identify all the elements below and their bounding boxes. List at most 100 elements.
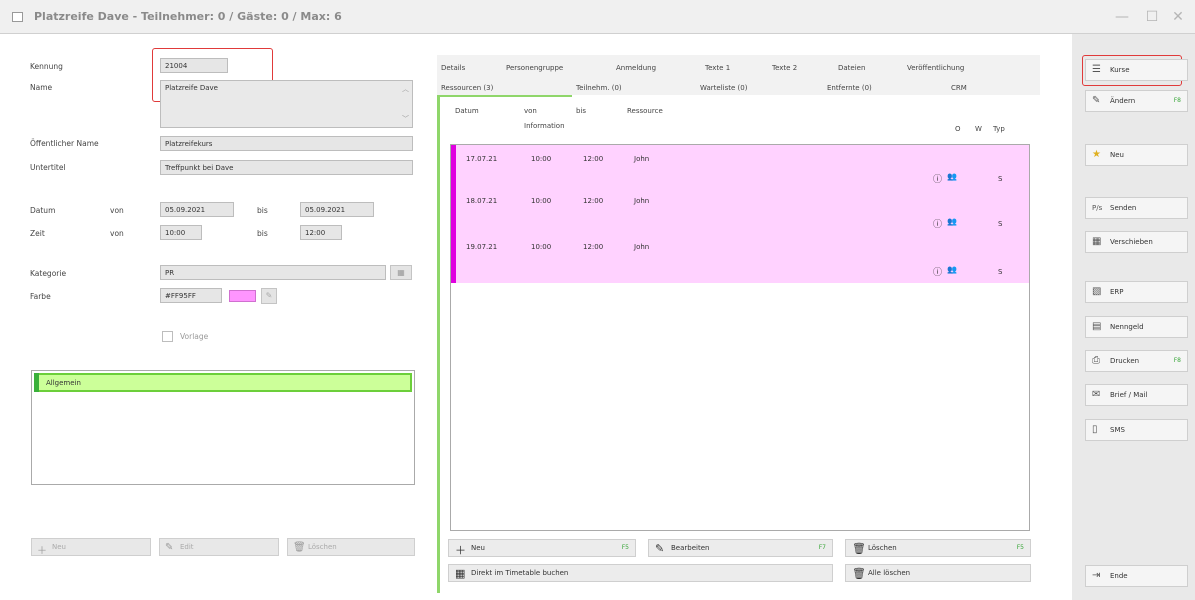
untertitel-label: Untertitel [30,163,66,172]
tab-texte-2[interactable]: Texte 2 [772,64,797,72]
sms-button[interactable]: ▯ SMS [1085,419,1188,441]
ende-button[interactable]: ⇥ Ende [1085,565,1188,587]
kategorie-picker-icon[interactable]: ▦ [390,265,412,280]
money-icon: ▤ [1092,321,1102,332]
kennung-label: Kennung [30,62,63,71]
table-loeschen-button[interactable]: 🗑 Löschen F5 [845,539,1031,557]
exit-icon: ⇥ [1092,570,1101,581]
printer-icon: ⎙ [1092,355,1100,366]
pen-icon: ✎ [655,542,665,555]
table-neu-label: Neu [471,544,485,552]
kurse-button[interactable]: ☰ Kurse [1085,59,1188,81]
direkt-buchen-button[interactable]: ▦ Direkt im Timetable buchen [448,564,833,582]
col-information: Information [524,122,565,130]
verschieben-button[interactable]: ▦ Verschieben [1085,231,1188,253]
trash-icon: 🗑 [852,542,866,555]
row-accent [451,235,456,283]
row-ressource: John [634,243,650,251]
table-neu-button[interactable]: ＋ Neu F5 [448,539,636,557]
ende-label: Ende [1110,572,1128,580]
tab-crm[interactable]: CRM [951,84,967,92]
mail-icon: ✉ [1092,389,1101,400]
neu-label: Neu [1110,151,1124,159]
shortcut-label: F8 [1173,97,1181,104]
maximize-icon[interactable]: ☐ [1140,6,1164,28]
panel-accent [437,96,440,593]
datum-von-field[interactable]: 05.09.2021 [160,202,234,217]
row-ressource: John [634,155,650,163]
info-icon[interactable]: ⓘ [933,217,942,230]
table-row[interactable]: 17.07.21 10:00 12:00 John ⓘ 👥 S [451,145,1029,189]
aendern-label: Ändern [1110,97,1136,105]
farbe-swatch[interactable] [229,290,256,302]
datum-bis-field[interactable]: 05.09.2021 [300,202,374,217]
loeschen-button-disabled[interactable]: 🗑 Löschen [287,538,415,556]
row-typ: S [998,220,1003,228]
row-typ: S [998,268,1003,276]
kategorie-field[interactable]: PR [160,265,386,280]
table-row[interactable]: 18.07.21 10:00 12:00 John ⓘ 👥 S [451,189,1029,235]
col-bis: bis [576,107,587,115]
minimize-icon[interactable]: — [1110,6,1134,28]
drucken-button[interactable]: ⎙ Drucken F8 [1085,350,1188,372]
senden-label: Senden [1110,204,1137,212]
tab-dateien[interactable]: Dateien [838,64,865,72]
table-row[interactable]: 19.07.21 10:00 12:00 John ⓘ 👥 S [451,235,1029,283]
col-o: O [955,125,961,133]
zeit-bis-field[interactable]: 12:00 [300,225,342,240]
send-icon: P/s [1092,204,1103,212]
edit-button-disabled[interactable]: ✎ Edit [159,538,279,556]
tab-personengruppe[interactable]: Personengruppe [506,64,563,72]
pen-icon: ✎ [1092,95,1101,106]
oeffentlicher-name-label: Öffentlicher Name [30,139,99,148]
tab-entfernte[interactable]: Entfernte (0) [827,84,872,92]
brief-mail-button[interactable]: ✉ Brief / Mail [1085,384,1188,406]
farbe-field[interactable]: #FF95FF [160,288,222,303]
alle-loeschen-button[interactable]: 🗑 Alle löschen [845,564,1031,582]
color-picker-icon[interactable]: ✎ [261,288,277,304]
info-icon[interactable]: ⓘ [933,172,942,185]
resource-table: 17.07.21 10:00 12:00 John ⓘ 👥 S 18.07.21… [450,144,1030,531]
erp-button[interactable]: ▧ ERP [1085,281,1188,303]
bearbeiten-button[interactable]: ✎ Bearbeiten F7 [648,539,833,557]
edit-label: Edit [180,543,194,551]
tab-warteliste[interactable]: Warteliste (0) [700,84,747,92]
list-item[interactable]: Allgemein [34,373,412,392]
zeit-label: Zeit [30,229,45,238]
tab-texte-1[interactable]: Texte 1 [705,64,730,72]
brief-mail-label: Brief / Mail [1110,391,1148,399]
neu-label: Neu [52,543,66,551]
zeit-von-field[interactable]: 10:00 [160,225,202,240]
table-loeschen-label: Löschen [868,544,897,552]
row-von: 10:00 [531,197,552,205]
tab-teilnehmer[interactable]: Teilnehm. (0) [576,84,622,92]
untertitel-field[interactable]: Treffpunkt bei Dave [160,160,413,175]
tab-anmeldung[interactable]: Anmeldung [616,64,656,72]
tab-details[interactable]: Details [441,64,465,72]
neu-button-disabled[interactable]: ＋ Neu [31,538,151,557]
pen-icon: ✎ [165,542,174,553]
zeit-bis-label: bis [257,229,268,238]
people-icon: 👥 [947,217,957,226]
name-field[interactable]: Platzreife Dave ︿ ﹀ [160,80,413,128]
aendern-button[interactable]: ✎ Ändern F8 [1085,90,1188,112]
row-datum: 19.07.21 [466,243,498,251]
scroll-down-icon[interactable]: ﹀ [402,114,409,124]
nenngeld-label: Nenngeld [1110,323,1144,331]
phone-icon: ▯ [1092,424,1098,435]
tab-veroeffentlichung[interactable]: Veröffentlichung [907,64,964,72]
col-ressource: Ressource [627,107,663,115]
tab-ressourcen[interactable]: Ressourcen (3) [441,84,493,92]
senden-button[interactable]: P/s Senden [1085,197,1188,219]
oeffentlicher-name-field[interactable]: Platzreifekurs [160,136,413,151]
vorlage-checkbox[interactable] [162,331,173,342]
title-bar: Platzreife Dave - Teilnehmer: 0 / Gäste:… [0,0,1195,34]
scroll-up-icon[interactable]: ︿ [402,84,409,94]
zeit-von-label: von [110,229,124,238]
nenngeld-button[interactable]: ▤ Nenngeld [1085,316,1188,338]
direkt-buchen-label: Direkt im Timetable buchen [471,569,569,577]
close-icon[interactable]: ✕ [1166,6,1190,28]
erp-label: ERP [1110,288,1124,296]
neu-button[interactable]: ★ Neu [1085,144,1188,166]
info-icon[interactable]: ⓘ [933,265,942,278]
